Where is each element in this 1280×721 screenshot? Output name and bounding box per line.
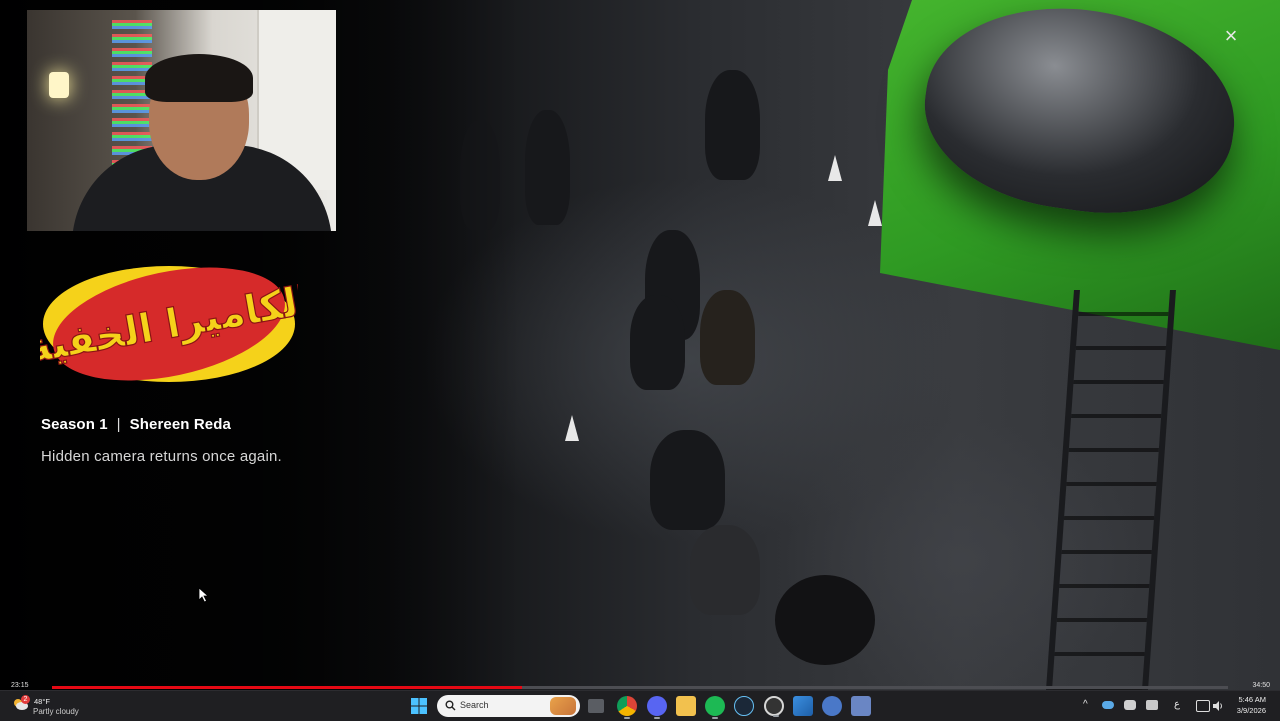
- windows-taskbar: 2 48°F Partly cloudy Search ^ ع 5:46 AM …: [0, 690, 1280, 721]
- traffic-cone: [828, 155, 842, 181]
- crew-member: [690, 525, 760, 615]
- table: [775, 575, 875, 665]
- notification-badge: 2: [21, 695, 30, 704]
- onedrive-icon[interactable]: [1102, 701, 1114, 709]
- search-highlight-icon: [550, 697, 576, 715]
- traffic-cone: [868, 200, 882, 226]
- task-view-icon[interactable]: [588, 699, 604, 713]
- netflix-app-icon[interactable]: [764, 696, 784, 717]
- webcam-overlay: [27, 10, 336, 231]
- taskbar-search[interactable]: Search: [437, 695, 580, 717]
- progress-bar[interactable]: [52, 686, 1228, 689]
- chrome-icon[interactable]: [617, 696, 637, 719]
- traffic-cone: [565, 415, 579, 441]
- search-icon: [445, 700, 456, 711]
- spotify-icon[interactable]: [705, 696, 725, 719]
- network-tray-icon[interactable]: [1146, 700, 1158, 710]
- weather-condition: Partly cloudy: [33, 707, 79, 716]
- weather-temp: 48°F: [34, 697, 50, 706]
- clock-date[interactable]: 3/9/2026: [1237, 706, 1266, 715]
- lamp: [49, 72, 69, 98]
- steam-icon[interactable]: [734, 696, 754, 716]
- close-button[interactable]: ×: [1219, 24, 1243, 48]
- discord-tray-icon[interactable]: [1124, 700, 1136, 710]
- host-label: Shereen Reda: [129, 416, 231, 433]
- tray-overflow-chevron-icon[interactable]: ^: [1083, 699, 1088, 711]
- meta-separator: |: [116, 416, 121, 433]
- file-explorer-icon[interactable]: [676, 696, 696, 716]
- streamer-hair: [145, 54, 253, 102]
- time-elapsed: 23:15: [11, 682, 29, 689]
- show-description: Hidden camera returns once again.: [41, 448, 282, 465]
- camera-operator: [650, 430, 725, 530]
- camera-dolly-track: [1046, 290, 1176, 690]
- windows-start-icon[interactable]: [409, 696, 429, 716]
- crew-member: [525, 110, 570, 225]
- volume-icon[interactable]: [1212, 700, 1224, 712]
- tools-icon[interactable]: [851, 696, 871, 716]
- progress-fill: [52, 686, 523, 689]
- display-tray-icon[interactable]: [1196, 700, 1210, 712]
- input-language[interactable]: ع: [1174, 699, 1180, 711]
- cast-member: [630, 295, 685, 390]
- cast-member: [700, 290, 755, 385]
- photos-icon[interactable]: [793, 696, 813, 716]
- show-meta: Season 1 | Shereen Reda: [41, 416, 231, 433]
- clock-time[interactable]: 5:46 AM: [1238, 695, 1266, 704]
- mouse-cursor-icon: [198, 587, 210, 603]
- show-title-logo: الكاميرا الخفية: [40, 266, 298, 382]
- search-placeholder: Search: [460, 700, 489, 710]
- discord-icon[interactable]: [647, 696, 667, 719]
- app-icon[interactable]: [822, 696, 842, 716]
- time-remaining: 34:50: [1252, 682, 1270, 689]
- crew-member: [705, 70, 760, 180]
- season-label: Season 1: [41, 416, 108, 433]
